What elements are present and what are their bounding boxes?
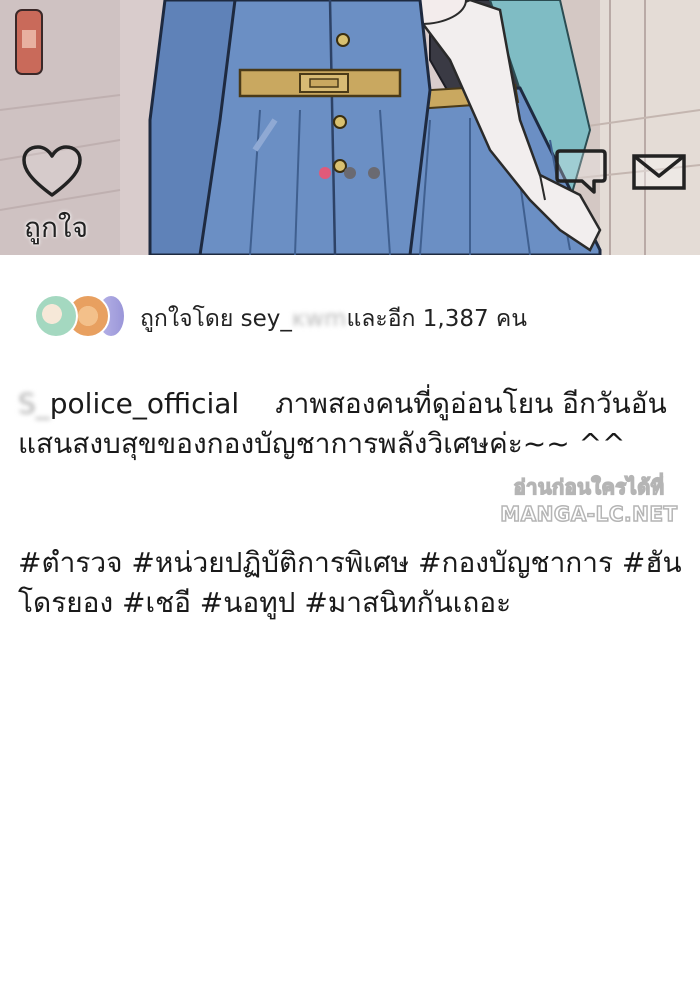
manga-illustration (0, 0, 700, 255)
watermark: อ่านก่อนใครได้ที่ MANGA-LC.NET (486, 474, 692, 528)
heart-icon[interactable] (22, 145, 82, 199)
liked-by-hidden-name: ĸwm (291, 306, 347, 332)
carousel-dots (319, 167, 380, 179)
carousel-dot[interactable] (344, 167, 356, 179)
post-caption: S_police_official ภาพสองคนที่ดูอ่อนโยน อี… (18, 384, 690, 464)
liked-by-suffix: และอีก 1,387 คน (346, 306, 528, 332)
post-image: ถูกใจ (0, 0, 700, 255)
avatar[interactable] (34, 294, 78, 338)
liked-by-row[interactable]: ถูกใจโดย sey_ĸwmและอีก 1,387 คน (0, 288, 700, 352)
envelope-icon[interactable] (632, 154, 686, 190)
watermark-line1: อ่านก่อนใครได้ที่ (513, 474, 665, 500)
username-text: police_official (49, 387, 240, 420)
liked-by-prefix: ถูกใจโดย sey_ (140, 306, 292, 332)
post-hashtags[interactable]: #ตำรวจ #หน่วยปฏิบัติการพิเศษ #กองบัญชากา… (18, 543, 698, 623)
watermark-line2: MANGA-LC.NET (500, 501, 678, 527)
carousel-dot-active[interactable] (319, 167, 331, 179)
speech-bubble-icon[interactable] (554, 148, 608, 196)
username-hidden-part: S_ (18, 387, 50, 420)
caption-username[interactable]: S_police_official (18, 387, 239, 420)
carousel-dot[interactable] (368, 167, 380, 179)
like-label[interactable]: ถูกใจ (24, 206, 88, 250)
liked-by-text[interactable]: ถูกใจโดย sey_ĸwmและอีก 1,387 คน (140, 301, 527, 337)
